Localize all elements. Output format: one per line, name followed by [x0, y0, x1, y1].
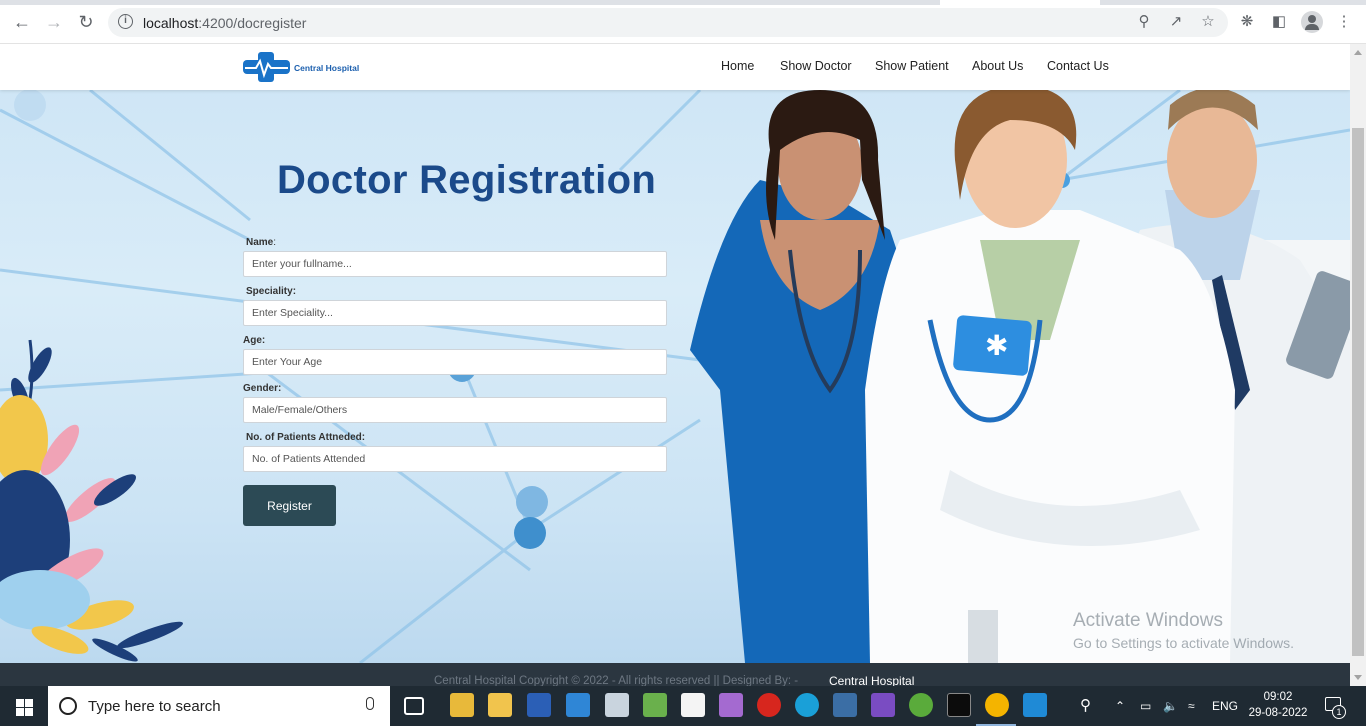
taskbar-search[interactable]: Type here to search — [48, 686, 390, 726]
site-footer: Central Hospital Copyright © 2022 - All … — [0, 663, 1350, 686]
age-field[interactable] — [243, 349, 667, 375]
page-title: Doctor Registration — [277, 158, 657, 202]
hero-background-illustration: ✱ — [0, 90, 1350, 663]
name-label-colon: : — [273, 237, 277, 248]
nav-contact-us[interactable]: Contact Us — [1047, 59, 1109, 73]
spring-tool-icon[interactable] — [909, 693, 933, 717]
gender-field[interactable] — [243, 397, 667, 423]
side-panel-icon[interactable]: ◧ — [1270, 13, 1288, 31]
scroll-down-icon[interactable] — [1354, 675, 1362, 680]
opera-icon[interactable] — [757, 693, 781, 717]
windows-taskbar: Type here to search ⚲ ⌃ ▭ 🔈 ≈ ENG 09:02 … — [0, 686, 1366, 726]
profile-avatar-icon[interactable] — [1301, 11, 1323, 33]
back-arrow-icon[interactable]: ← — [12, 12, 32, 32]
hero-section: ✱ Doctor Registration Name: Speciality: … — [0, 90, 1350, 663]
notification-count-badge: 1 — [1332, 705, 1346, 719]
active-tab[interactable] — [940, 0, 1100, 5]
medical-cross-icon — [243, 52, 290, 82]
system-clock[interactable]: 09:02 29-08-2022 — [1248, 689, 1308, 721]
footer-copyright: Central Hospital Copyright © 2022 - All … — [434, 675, 799, 686]
name-label-text: Name — [246, 237, 274, 248]
url-text[interactable]: localhost:4200/docregister — [143, 15, 306, 31]
volume-icon[interactable]: 🔈 — [1163, 686, 1178, 726]
task-view-icon[interactable] — [404, 697, 424, 715]
speciality-label: Speciality: — [246, 286, 297, 297]
mail-icon[interactable] — [566, 693, 590, 717]
site-info-icon[interactable]: i — [118, 14, 133, 29]
name-field[interactable] — [243, 251, 667, 277]
reload-icon[interactable]: ↻ — [76, 12, 96, 32]
search-icon — [59, 697, 77, 715]
doctors-illustration: ✱ — [690, 90, 1350, 663]
terminal-icon[interactable] — [947, 693, 971, 717]
browser-toolbar: ← → ↻ i localhost:4200/docregister ⚲ ↗ ☆… — [0, 0, 1366, 44]
scroll-up-icon[interactable] — [1354, 50, 1362, 55]
hospital-logo[interactable]: Central Hospital — [242, 50, 367, 84]
microphone-icon[interactable] — [366, 697, 374, 710]
language-indicator[interactable]: ENG — [1212, 686, 1238, 726]
scrollbar-thumb[interactable] — [1352, 128, 1364, 656]
share-icon[interactable]: ↗ — [1167, 13, 1185, 31]
tab-strip — [0, 0, 1366, 5]
nav-about-us[interactable]: About Us — [972, 59, 1023, 73]
wifi-icon[interactable]: ≈ — [1188, 686, 1195, 726]
age-label: Age: — [243, 335, 266, 346]
url-path: :4200/docregister — [198, 15, 307, 31]
logo-text: Central Hospital — [294, 63, 360, 73]
nav-show-patient[interactable]: Show Patient — [875, 59, 949, 73]
zoom-icon[interactable]: ⚲ — [1135, 13, 1153, 31]
nav-show-doctor[interactable]: Show Doctor — [780, 59, 852, 73]
windows-start-icon[interactable] — [0, 686, 48, 726]
register-button[interactable]: Register — [243, 485, 336, 526]
snipping-tool-icon[interactable] — [681, 693, 705, 717]
edge-icon[interactable] — [795, 693, 819, 717]
file-explorer-icon[interactable] — [488, 693, 512, 717]
footer-brand: Central Hospital — [829, 674, 915, 686]
notepad-app-icon[interactable] — [643, 693, 667, 717]
activate-windows-subtitle: Go to Settings to activate Windows. — [1073, 635, 1294, 651]
forward-arrow-icon[interactable]: → — [44, 12, 64, 32]
site-navbar: Central Hospital Home Show Doctor Show P… — [0, 44, 1350, 90]
microsoft-store-icon[interactable] — [450, 693, 474, 717]
extensions-icon[interactable]: ❋ — [1238, 13, 1256, 31]
clock-time: 09:02 — [1263, 691, 1293, 703]
badge-star-icon: ✱ — [985, 329, 1008, 362]
menu-kebab-icon[interactable]: ⋮ — [1335, 13, 1353, 31]
winrar-icon[interactable] — [871, 693, 895, 717]
speciality-field[interactable] — [243, 300, 667, 326]
taskbar-search-placeholder: Type here to search — [88, 698, 221, 715]
paint-icon[interactable] — [605, 693, 629, 717]
patients-attended-label: No. of Patients Attneded: — [246, 432, 366, 443]
bookmark-star-icon[interactable]: ☆ — [1199, 13, 1217, 31]
word-icon[interactable] — [527, 693, 551, 717]
activate-windows-title: Activate Windows — [1073, 610, 1223, 631]
battery-icon[interactable]: ▭ — [1140, 686, 1151, 726]
patients-attended-field[interactable] — [243, 446, 667, 472]
url-host: localhost — [143, 15, 199, 31]
tray-chevron-up-icon[interactable]: ⌃ — [1115, 686, 1125, 726]
people-icon[interactable]: ⚲ — [1080, 686, 1091, 726]
name-label: Name: — [246, 237, 276, 248]
vscode-icon[interactable] — [1023, 693, 1047, 717]
address-bar[interactable]: i localhost:4200/docregister — [108, 8, 1228, 37]
nav-home[interactable]: Home — [721, 59, 754, 73]
page-scrollbar[interactable] — [1350, 44, 1366, 686]
clock-date: 29-08-2022 — [1248, 707, 1308, 719]
page-viewport: Central Hospital Home Show Doctor Show P… — [0, 44, 1350, 686]
photos-icon[interactable] — [719, 693, 743, 717]
gender-label: Gender: — [243, 383, 282, 394]
chrome-icon[interactable] — [985, 693, 1009, 717]
mysql-workbench-icon[interactable] — [833, 693, 857, 717]
